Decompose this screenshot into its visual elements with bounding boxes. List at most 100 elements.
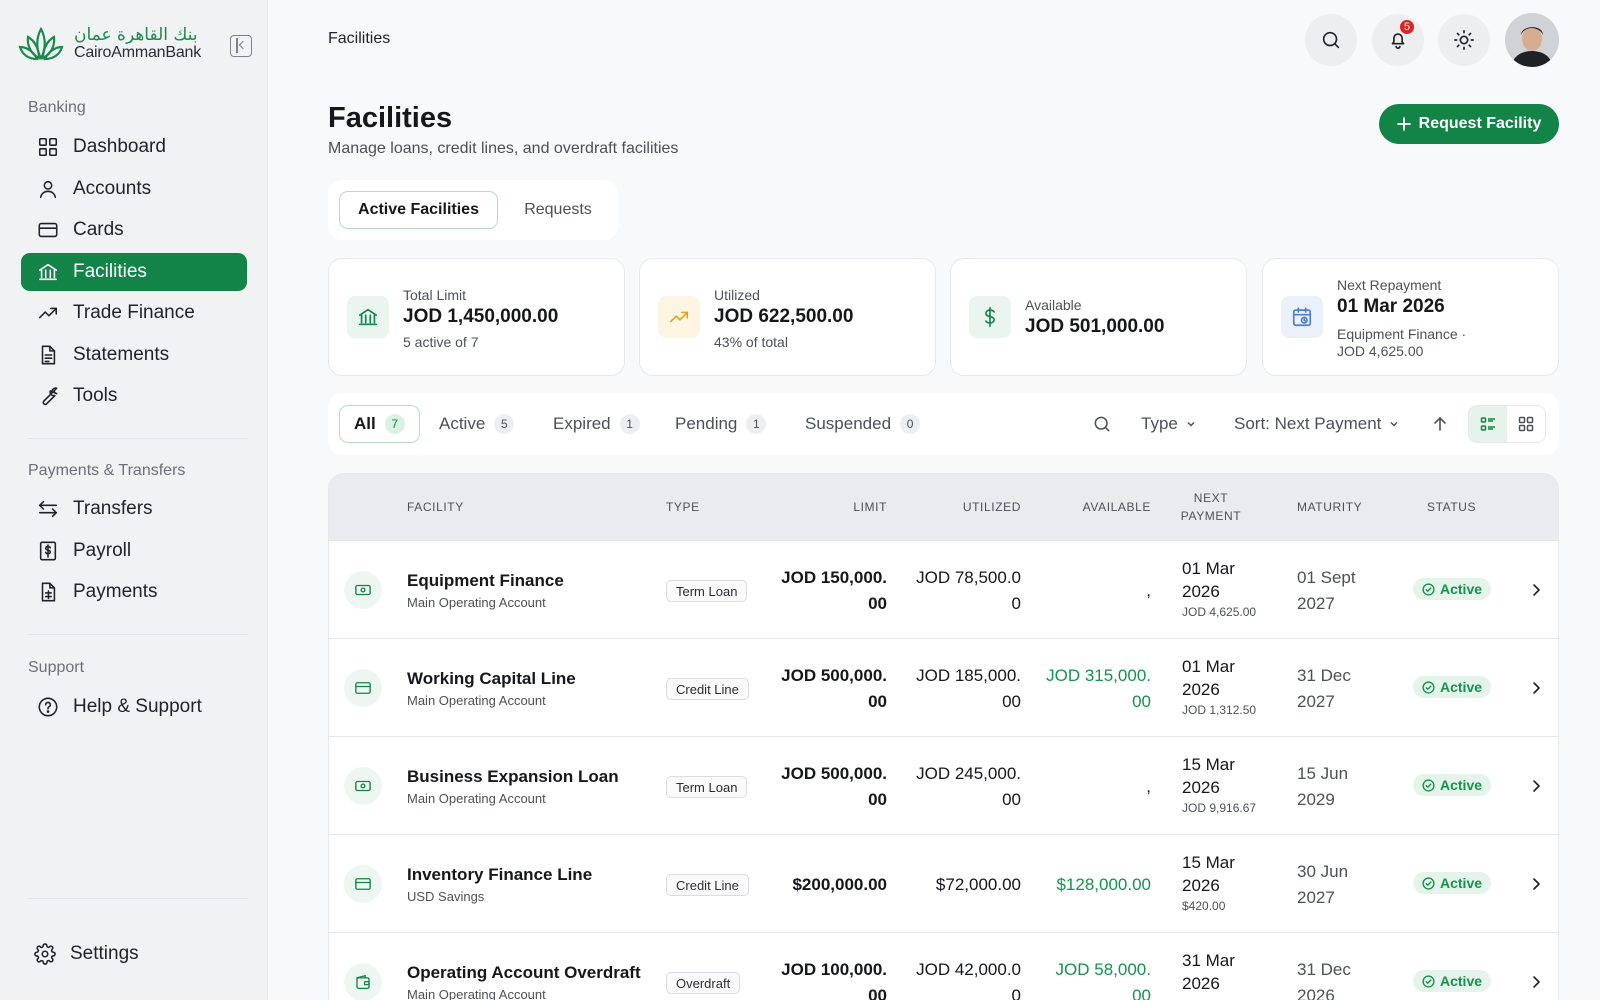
stat-note: Equipment Finance · JOD 4,625.00 (1337, 326, 1467, 359)
facility-limit: JOD 100,000. 00 (781, 960, 887, 1000)
user-icon (39, 180, 57, 198)
sidebar-item-label: Help & Support (73, 696, 202, 717)
chevron-right-icon[interactable] (1527, 973, 1545, 991)
facilities-table: Facility Type Limit Utilized Available N… (328, 473, 1559, 1000)
status-label: Active (1440, 973, 1483, 989)
user-avatar[interactable] (1505, 13, 1559, 67)
list-view-button[interactable] (1469, 406, 1507, 442)
filter-chip-active[interactable]: Active 5 (439, 405, 515, 443)
grid-icon (38, 137, 58, 157)
facility-icon-wrap (344, 767, 382, 805)
bank-logo[interactable]: بنك القاهرة عمان CairoAmmanBank (18, 24, 201, 64)
column-header-maturity[interactable]: Maturity (1297, 498, 1362, 516)
grid-view-icon (1518, 416, 1534, 432)
card-icon (38, 222, 58, 238)
collapse-sidebar-button[interactable] (230, 35, 252, 57)
next-payment-date: 15 Mar 2026 (1182, 755, 1235, 797)
filter-chip-all[interactable]: All 7 (339, 405, 420, 443)
sort-direction-arrow-icon[interactable] (1432, 416, 1448, 432)
card-icon (355, 878, 371, 890)
filter-chip-pending[interactable]: Pending 1 (675, 405, 767, 443)
status-badge: Active (1413, 676, 1492, 698)
table-row[interactable]: Inventory Finance Line USD Savings Credit … (329, 834, 1558, 932)
sidebar-item-settings[interactable]: Settings (18, 935, 244, 973)
logo-arabic-text: بنك القاهرة عمان (74, 24, 198, 45)
type-filter-dropdown[interactable]: Type (1141, 405, 1196, 443)
card-icon (355, 682, 371, 694)
stat-icon-wrap (658, 296, 700, 338)
table-header: Facility Type Limit Utilized Available N… (329, 474, 1558, 540)
stat-value: JOD 1,450,000.00 (403, 306, 559, 327)
sidebar-item-payroll[interactable]: Payroll (21, 532, 247, 570)
stat-label: Next Repayment (1337, 277, 1442, 293)
column-header-facility[interactable]: Facility (407, 498, 464, 516)
sidebar-item-accounts[interactable]: Accounts (21, 170, 247, 208)
column-header-limit[interactable]: Limit (853, 498, 887, 516)
sidebar-item-help-support[interactable]: Help & Support (21, 688, 247, 726)
column-header-status[interactable]: Status (1427, 498, 1476, 516)
table-row[interactable]: Working Capital Line Main Operating Accou… (329, 638, 1558, 736)
sidebar-item-statements[interactable]: Statements (21, 336, 247, 374)
chevron-right-icon[interactable] (1527, 581, 1545, 599)
notifications-button[interactable]: 5 (1372, 14, 1424, 66)
sort-dropdown[interactable]: Sort: Next Payment (1234, 405, 1399, 443)
sidebar-item-dashboard[interactable]: Dashboard (21, 128, 247, 166)
maturity-date: 31 Dec 2027 (1297, 666, 1351, 711)
sidebar-item-label: Settings (70, 943, 139, 964)
request-facility-label: Request Facility (1418, 115, 1542, 132)
sidebar-divider (28, 898, 248, 899)
facility-utilized: JOD 185,000. 00 (916, 666, 1021, 711)
facility-limit: $200,000.00 (792, 875, 887, 894)
facility-name[interactable]: Business Expansion Loan (407, 767, 619, 787)
facility-name[interactable]: Inventory Finance Line (407, 865, 592, 885)
check-circle-icon (1422, 680, 1435, 694)
column-header-type[interactable]: Type (666, 498, 700, 516)
nav-heading-payments-transfers: Payments & Transfers (28, 462, 186, 479)
facility-name[interactable]: Working Capital Line (407, 669, 576, 689)
table-row[interactable]: Operating Account Overdraft Main Operatin… (329, 932, 1558, 1000)
facility-type-pill: Credit Line (666, 874, 749, 896)
stat-icon-wrap (347, 296, 389, 338)
facility-icon-wrap (344, 669, 382, 707)
stat-card-next-repayment: Next Repayment 01 Mar 2026 Equipment Finan… (1262, 258, 1559, 376)
stat-icon-wrap (1281, 296, 1323, 338)
filter-chip-count: 7 (384, 414, 405, 434)
chevron-right-icon[interactable] (1527, 679, 1545, 697)
tab-requests[interactable]: Requests (508, 191, 608, 229)
grid-view-button[interactable] (1507, 406, 1545, 442)
stat-card-utilized: Utilized JOD 622,500.00 43% of total (639, 258, 936, 376)
facility-name[interactable]: Equipment Finance (407, 571, 564, 591)
filter-bar: All 7 Active 5 Expired 1 Pending 1 Suspended 0 Ty… (328, 393, 1559, 455)
bank-icon (38, 263, 58, 280)
sidebar-item-tools[interactable]: Tools (21, 377, 247, 415)
filter-chip-suspended[interactable]: Suspended 0 (805, 405, 921, 443)
table-row[interactable]: Equipment Finance Main Operating Account T… (329, 540, 1558, 638)
stat-label: Utilized (714, 287, 760, 303)
request-facility-button[interactable]: Request Facility (1379, 104, 1559, 144)
column-header-available[interactable]: Available (1083, 498, 1151, 516)
table-row[interactable]: Business Expansion Loan Main Operating Ac… (329, 736, 1558, 834)
chevron-right-icon[interactable] (1527, 777, 1545, 795)
facility-name[interactable]: Operating Account Overdraft (407, 963, 641, 983)
filter-chip-expired[interactable]: Expired 1 (553, 405, 640, 443)
tab-active-facilities[interactable]: Active Facilities (339, 191, 498, 229)
next-payment-amount: JOD 1,312.50 (1182, 703, 1257, 717)
column-header-utilized[interactable]: Utilized (963, 498, 1021, 516)
stat-icon-wrap (969, 296, 1011, 338)
check-circle-icon (1422, 778, 1435, 792)
sidebar-item-trade-finance[interactable]: Trade Finance (21, 294, 247, 332)
search-icon[interactable] (1092, 414, 1112, 434)
stat-value: JOD 501,000.00 (1025, 316, 1165, 337)
search-button[interactable] (1305, 14, 1357, 66)
user-photo-icon (1505, 13, 1559, 67)
sidebar-item-transfers[interactable]: Transfers (21, 490, 247, 528)
sidebar-item-label: Payments (73, 581, 158, 602)
sidebar-item-facilities[interactable]: Facilities (21, 252, 247, 291)
sidebar-item-payments[interactable]: Payments (21, 573, 247, 611)
sidebar-item-label: Facilities (73, 260, 147, 282)
chevron-right-icon[interactable] (1527, 875, 1545, 893)
next-payment-amount: JOD 4,625.00 (1182, 605, 1257, 619)
theme-toggle-button[interactable] (1438, 14, 1490, 66)
column-header-next-payment[interactable]: Next Payment (1175, 489, 1247, 525)
sidebar-item-cards[interactable]: Cards (21, 211, 247, 249)
